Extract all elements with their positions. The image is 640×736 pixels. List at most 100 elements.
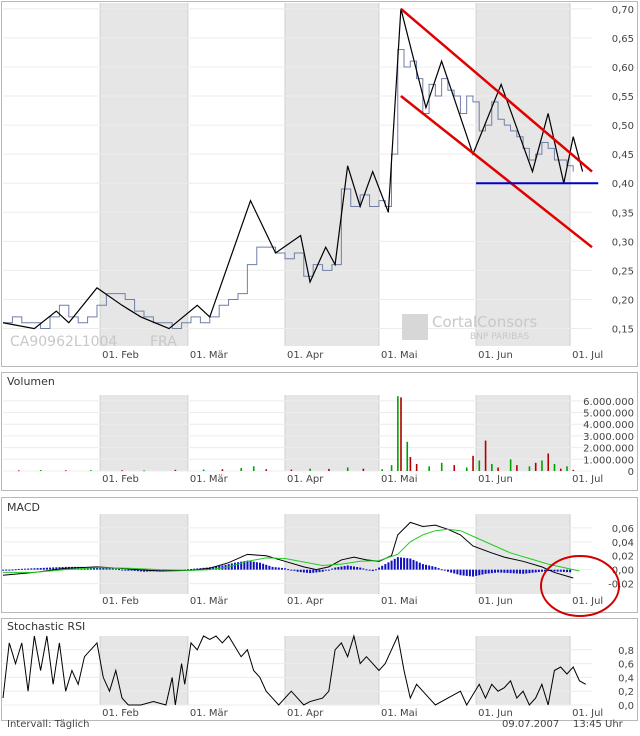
y-tick-label: 0,30: [612, 237, 634, 248]
x-tick-label: 01. Apr: [287, 350, 324, 361]
macd-histogram-bar: [27, 568, 30, 570]
macd-histogram-bar: [378, 567, 381, 570]
macd-histogram-bar: [465, 569, 468, 576]
macd-histogram-bar: [406, 558, 409, 570]
volume-bar: [484, 440, 487, 471]
x-tick-label: 01. Jun: [478, 596, 513, 607]
volume-bar: [428, 466, 430, 471]
macd-histogram-bar: [434, 566, 437, 570]
x-tick-label: 01. Feb: [102, 708, 139, 719]
macd-histogram-bar: [371, 569, 374, 572]
macd-histogram-bar: [359, 567, 362, 570]
y-tick-label: 0,50: [612, 121, 634, 132]
volume-bar: [265, 469, 268, 471]
macd-histogram-bar: [309, 569, 312, 574]
y-tick-label: 0,0: [618, 701, 634, 712]
x-tick-label: 01. Mai: [381, 474, 418, 485]
macd-histogram-bar: [337, 567, 340, 570]
macd-histogram-bar: [374, 569, 377, 571]
macd-histogram-bar: [280, 567, 283, 570]
macd-histogram-bar: [45, 567, 48, 570]
macd-histogram-bar: [52, 567, 55, 570]
y-tick-label: 5.000.000: [583, 409, 634, 420]
macd-histogram-bar: [299, 569, 302, 573]
volume-bar: [17, 470, 20, 472]
macd-histogram-bar: [302, 569, 305, 573]
volume-bar: [397, 396, 399, 471]
x-tick-label: 01. Mai: [381, 596, 418, 607]
macd-histogram-bar: [312, 569, 315, 573]
y-tick-label: 2.000.000: [583, 444, 634, 455]
volume-bar: [509, 459, 512, 471]
macd-histogram-bar: [559, 569, 562, 572]
macd-histogram-bar: [415, 561, 418, 570]
macd-histogram-bar: [384, 564, 387, 570]
volume-bar: [497, 467, 499, 471]
y-tick-label: 0,06: [612, 524, 634, 535]
macd-histogram-bar: [321, 569, 324, 572]
volume-bar: [472, 455, 474, 471]
macd-histogram-bar: [534, 569, 537, 573]
macd-histogram-bar: [277, 567, 280, 570]
y-tick-label: 0,2: [618, 687, 634, 698]
y-tick-label: 3.000.000: [583, 432, 634, 443]
y-tick-label: 0,55: [612, 92, 634, 103]
y-tick-label: 0: [628, 467, 634, 478]
month-shading: [100, 514, 188, 594]
macd-histogram-bar: [487, 569, 490, 574]
macd-histogram-bar: [365, 569, 368, 571]
macd-histogram-bar: [124, 569, 127, 571]
volume-bar: [174, 469, 177, 471]
x-tick-label: 01. Jul: [572, 474, 603, 485]
volume-bar: [453, 465, 456, 471]
y-tick-label: 0,20: [612, 295, 634, 306]
macd-histogram-bar: [290, 569, 293, 571]
macd-histogram-bar: [252, 561, 255, 570]
macd-histogram-bar: [271, 566, 274, 570]
volume-bar: [390, 465, 393, 471]
macd-histogram-bar: [490, 569, 493, 574]
month-shading: [476, 3, 571, 346]
macd-histogram-bar: [484, 569, 487, 574]
y-tick-label: 0,45: [612, 150, 634, 161]
y-tick-label: 0,02: [612, 552, 634, 563]
macd-histogram-bar: [237, 562, 240, 570]
y-tick-label: 0,6: [618, 660, 634, 671]
macd-histogram-bar: [456, 569, 459, 575]
macd-histogram-bar: [390, 560, 393, 570]
y-tick-label: 0,4: [618, 673, 634, 684]
month-shading: [476, 636, 571, 705]
macd-histogram-bar: [440, 569, 443, 571]
macd-histogram-bar: [450, 569, 453, 573]
macd-histogram-bar: [356, 567, 359, 570]
x-tick-label: 01. Jul: [572, 708, 603, 719]
y-tick-label: 0,60: [612, 63, 634, 74]
macd-histogram-bar: [478, 569, 481, 576]
macd-histogram-bar: [368, 569, 371, 571]
volume-bar: [362, 468, 365, 471]
volume-bar: [559, 468, 562, 471]
stochastic-rsi-panel: 01. Feb 01. Mär 01. Apr 01. Mai 01. Jun 01. J…: [1, 618, 638, 721]
macd-histogram-bar: [418, 562, 421, 570]
macd-histogram-bar: [121, 569, 124, 571]
macd-histogram-bar: [403, 557, 406, 570]
macd-histogram-bar: [468, 569, 471, 577]
macd-panel: 01. Feb 01. Mär 01. Apr 01. Mai 01. Jun 01. J…: [1, 497, 638, 617]
x-tick-label: 01. Jun: [478, 350, 513, 361]
y-tick-label: 0,70: [612, 5, 634, 16]
macd-histogram-bar: [346, 565, 349, 570]
macd-histogram-bar: [287, 569, 290, 571]
macd-histogram-bar: [296, 569, 299, 572]
stochastic-rsi-title: Stochastic RSI: [7, 620, 85, 633]
macd-histogram-bar: [39, 567, 42, 570]
macd-histogram-bar: [318, 569, 321, 573]
macd-histogram-bar: [118, 569, 121, 571]
macd-histogram-bar: [421, 564, 424, 570]
volume-bar: [400, 397, 402, 471]
interval-label: Intervall: Täglich: [7, 719, 89, 730]
macd-histogram-bar: [515, 569, 518, 574]
macd-histogram-bar: [412, 559, 415, 570]
x-tick-label: 01. Jul: [572, 596, 603, 607]
macd-histogram-bar: [399, 557, 402, 570]
macd-histogram-bar: [111, 568, 114, 570]
